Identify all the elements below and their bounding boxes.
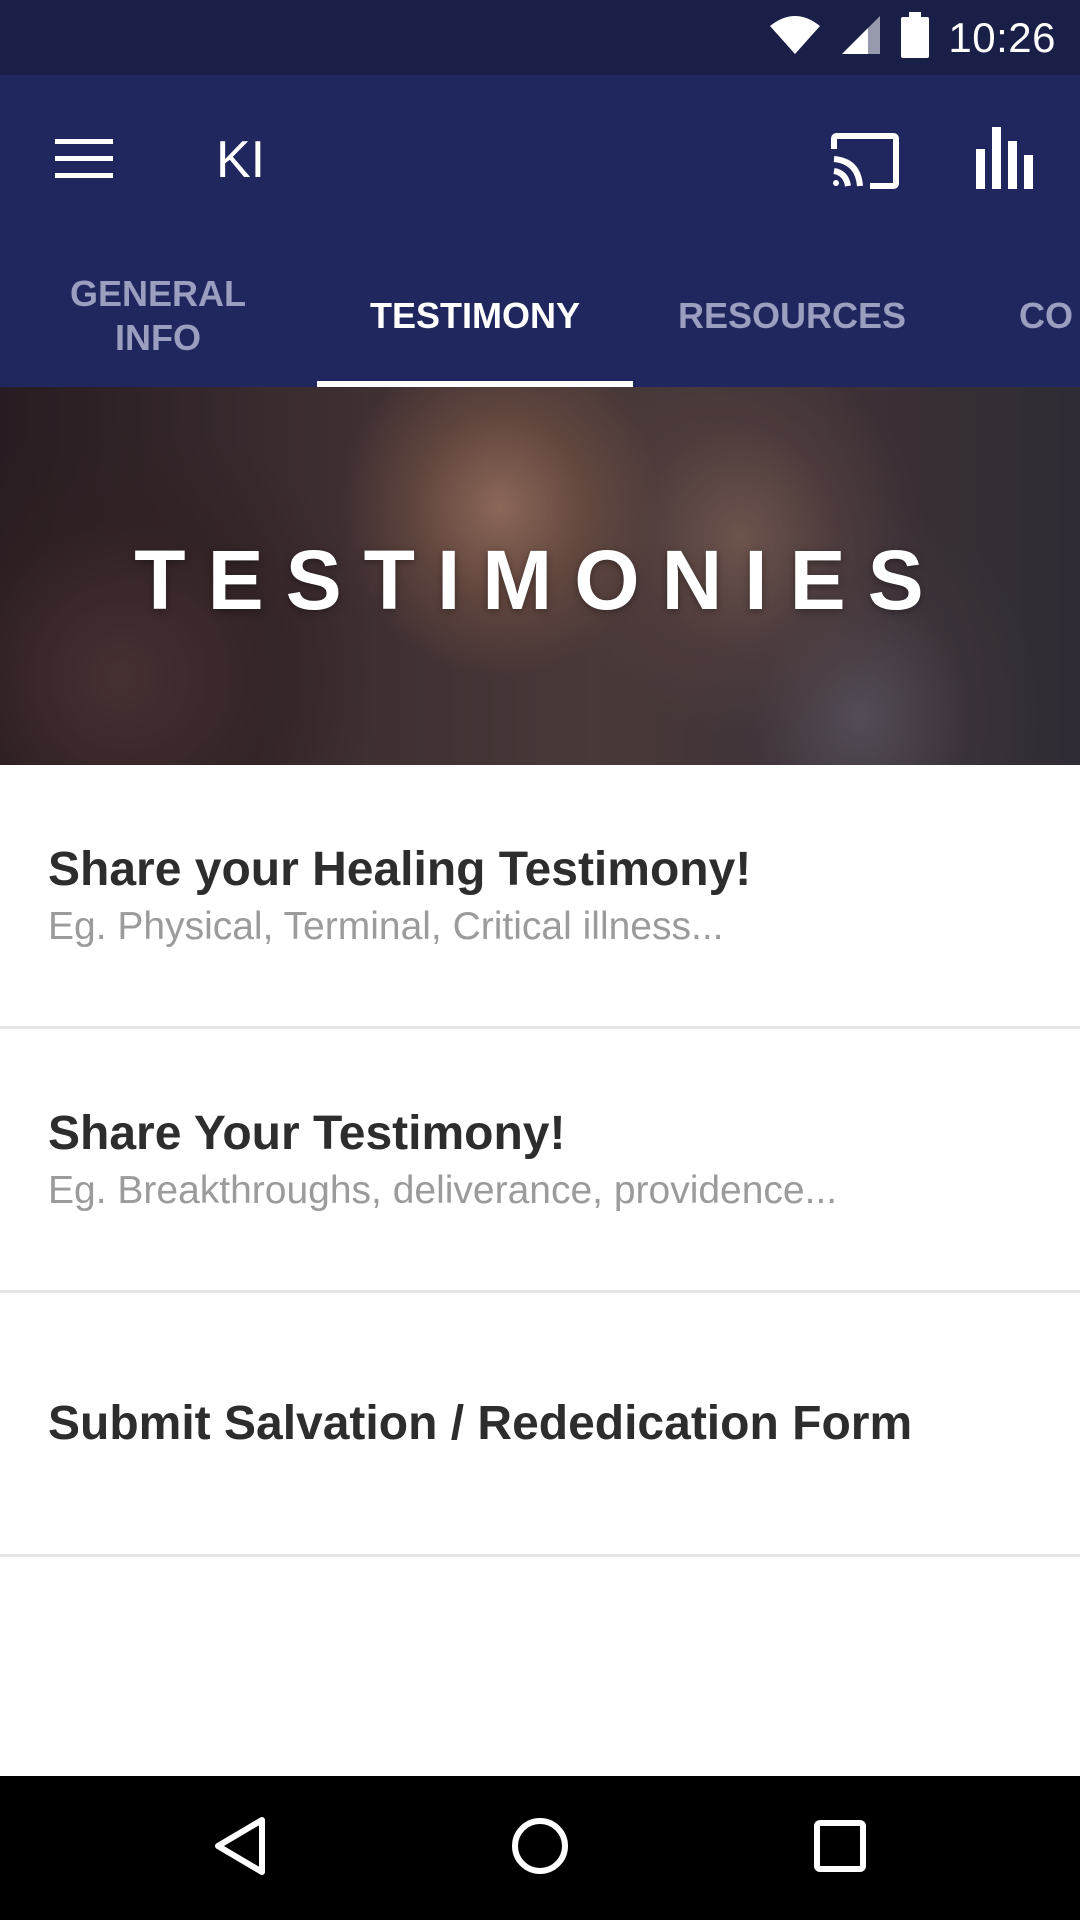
list-item-subtitle: Eg. Physical, Terminal, Critical illness… [48, 904, 724, 948]
status-time: 10:26 [948, 13, 1056, 61]
battery-icon [900, 12, 930, 63]
system-nav-bar [0, 1776, 1080, 1920]
tab-bar: GENERAL INFO TESTIMONY RESOURCES CO [0, 245, 1080, 387]
tab-label: TESTIMONY [369, 295, 580, 336]
list-item-title: Share your Healing Testimony! [48, 842, 752, 896]
list-item-salvation-form[interactable]: Submit Salvation / Rededication Form [0, 1293, 1080, 1557]
home-icon [510, 1816, 570, 1881]
tab-label: CO [1019, 295, 1073, 336]
status-bar: 10:26 [0, 0, 1080, 75]
tab-testimony[interactable]: TESTIMONY [317, 245, 633, 387]
list-item-title: Submit Salvation / Rededication Form [48, 1396, 913, 1450]
hero-banner: TESTIMONIES [0, 387, 1080, 765]
menu-button[interactable] [40, 125, 128, 195]
hero-title: TESTIMONIES [134, 533, 946, 627]
back-icon [212, 1816, 268, 1881]
cast-icon [830, 132, 900, 194]
recents-icon [814, 1819, 866, 1877]
stats-button[interactable] [960, 120, 1050, 200]
recents-button[interactable] [780, 1798, 900, 1898]
cell-signal-icon [840, 14, 882, 61]
app-title: KI [216, 131, 266, 189]
status-icons: 10:26 [768, 12, 1056, 63]
wifi-icon [768, 14, 822, 61]
back-button[interactable] [180, 1798, 300, 1898]
home-button[interactable] [480, 1798, 600, 1898]
tab-label: RESOURCES [677, 295, 907, 336]
cast-button[interactable] [820, 123, 910, 203]
testimony-list: Share your Healing Testimony! Eg. Physic… [0, 765, 1080, 1557]
bar-chart-icon [976, 126, 1034, 194]
list-item-title: Share Your Testimony! [48, 1106, 566, 1160]
list-item-healing-testimony[interactable]: Share your Healing Testimony! Eg. Physic… [0, 765, 1080, 1029]
list-item-subtitle: Eg. Breakthroughs, deliverance, providen… [48, 1168, 838, 1212]
app-bar: KI [0, 75, 1080, 245]
tab-connect[interactable]: CO [951, 245, 1080, 387]
list-item-testimony[interactable]: Share Your Testimony! Eg. Breakthroughs,… [0, 1029, 1080, 1293]
tab-resources[interactable]: RESOURCES [634, 245, 950, 387]
tab-general-info[interactable]: GENERAL INFO [0, 245, 316, 387]
hamburger-menu-icon [55, 137, 113, 184]
tab-label: GENERAL INFO [69, 273, 246, 358]
